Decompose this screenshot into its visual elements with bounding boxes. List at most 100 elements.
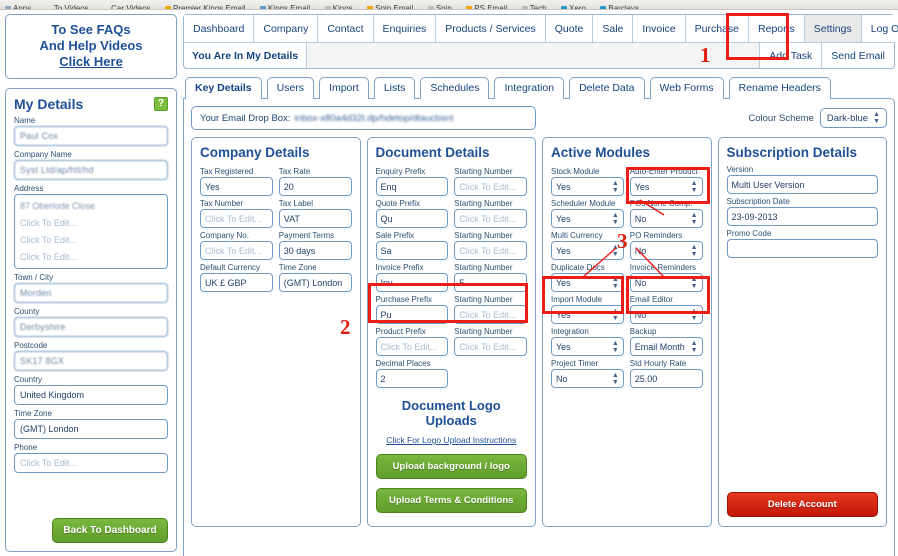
faq-help-box[interactable]: To See FAQs And Help Videos Click Here (5, 14, 177, 79)
tax-rate-input[interactable]: 20 (278, 177, 352, 196)
purchase-start-number-input[interactable]: Click To Edit... (454, 305, 527, 324)
postcode-input[interactable]: SK17 8GX (14, 351, 168, 371)
name-input[interactable]: Paul Cox (14, 126, 168, 146)
nav-tab-purchase[interactable]: Purchase (685, 15, 750, 42)
bookmark-item[interactable]: Kings (320, 4, 358, 9)
duplicate-docs-select[interactable]: Yes ▲ ▼ (551, 273, 624, 292)
time-zone-input[interactable]: (GMT) London (14, 419, 168, 439)
address-line-3[interactable]: Click To Edit... (20, 231, 162, 248)
address-line-4[interactable]: Click To Edit... (20, 248, 162, 265)
nav-tab-enquiries[interactable]: Enquiries (373, 15, 437, 42)
address-input-group[interactable]: 87 Oberlode Close Click To Edit... Click… (14, 194, 168, 269)
tab-integration[interactable]: Integration (494, 77, 565, 99)
bookmark-item[interactable]: To Videos (41, 4, 94, 9)
country-input[interactable]: United Kingdom (14, 385, 168, 405)
nav-tab-reports[interactable]: Reports (749, 15, 805, 42)
back-to-dashboard-button[interactable]: Back To Dashboard (52, 518, 168, 543)
delete-account-button[interactable]: Delete Account (726, 492, 878, 517)
stock-module-select[interactable]: Yes ▲ ▼ (551, 177, 624, 196)
sale-start-number-input[interactable]: Click To Edit... (454, 241, 527, 260)
bookmark-item[interactable]: PS Email (461, 4, 512, 9)
logo-upload-instructions-link[interactable]: Click For Logo Upload Instructions (376, 435, 528, 445)
tax-number-input[interactable]: Click To Edit... (200, 209, 273, 228)
phone-input[interactable]: Click To Edit... (14, 453, 168, 473)
nav-tab-company[interactable]: Company (254, 15, 319, 42)
bookmark-item[interactable]: Apps (0, 4, 36, 9)
scheduler-module-select[interactable]: Yes ▲ ▼ (551, 209, 624, 228)
tab-import[interactable]: Import (319, 77, 369, 99)
promo-code-input[interactable] (726, 239, 878, 258)
tax-label-input[interactable]: VAT (278, 209, 352, 228)
bookmark-item[interactable]: Kings Email (255, 4, 315, 9)
version-input[interactable]: Multi User Version (726, 175, 878, 194)
company-no-input[interactable]: Click To Edit... (200, 241, 273, 260)
send-email-button[interactable]: Send Email (822, 43, 894, 68)
backup-select[interactable]: Email Month ▲ ▼ (629, 337, 703, 356)
bookmark-item[interactable]: Premier Kings Email (160, 4, 250, 9)
bookmark-item[interactable]: Barclays (595, 4, 644, 9)
nav-tab-sale[interactable]: Sale (593, 15, 634, 42)
auto-enter-product-select[interactable]: Yes ▲ ▼ (629, 177, 703, 196)
tab-lists[interactable]: Lists (373, 77, 416, 99)
field-label: Integration (551, 327, 589, 336)
field-std-hourly-rate: Std Hourly Rate 25.00 (629, 358, 703, 388)
quote-start-number-input[interactable]: Click To Edit... (454, 209, 527, 228)
tab-web-forms[interactable]: Web Forms (649, 77, 724, 99)
invoice-reminders-select[interactable]: No ▲ ▼ (629, 273, 703, 292)
address-line-1[interactable]: 87 Oberlode Close (20, 197, 162, 214)
email-editor-select[interactable]: No ▲ ▼ (629, 305, 703, 324)
browser-bookmarks-bar[interactable]: Apps To Videos Car Videos Premier Kings … (0, 0, 898, 10)
project-timer-select[interactable]: No ▲ ▼ (551, 369, 624, 388)
email-drop-box[interactable]: Your Email Drop Box: inbox-x80a4d32t.dp/… (191, 106, 536, 130)
upload-terms-conditions-button[interactable]: Upload Terms & Conditions (375, 488, 527, 513)
bookmark-item[interactable]: Car Videos (98, 4, 155, 9)
address-line-2[interactable]: Click To Edit... (20, 214, 162, 231)
nav-tab-settings[interactable]: Settings (804, 15, 862, 42)
sale-prefix-input[interactable]: Sa (375, 241, 449, 260)
tab-rename-headers[interactable]: Rename Headers (728, 77, 831, 99)
nav-tab-quote[interactable]: Quote (545, 15, 594, 42)
company-time-zone-input[interactable]: (GMT) London (278, 273, 352, 292)
import-module-select[interactable]: Yes ▲ ▼ (551, 305, 624, 324)
nav-tab-log-out[interactable]: Log Out (861, 15, 898, 42)
invoice-start-number-input[interactable]: 5 (454, 273, 527, 292)
field-scheduler-module: Scheduler Module Yes ▲ ▼ (551, 198, 624, 228)
nav-tab-invoice[interactable]: Invoice (633, 15, 686, 42)
enquiry-prefix-input[interactable]: Enq (375, 177, 449, 196)
po-reminders-select[interactable]: No ▲ ▼ (629, 241, 703, 260)
bookmark-item[interactable]: Spin Email (362, 4, 418, 9)
nav-tab-dashboard[interactable]: Dashboard (184, 15, 255, 42)
integration-select[interactable]: Yes ▲ ▼ (551, 337, 624, 356)
county-input[interactable]: Derbyshire (14, 317, 168, 337)
decimal-places-input[interactable]: 2 (375, 369, 449, 388)
company-name-input[interactable]: Syst Ltd/ap/htt/hd (14, 160, 168, 180)
tab-users[interactable]: Users (266, 77, 315, 99)
tab-key-details[interactable]: Key Details (185, 77, 262, 99)
default-currency-input[interactable]: UK £ GBP (200, 273, 273, 292)
enquiry-start-number-input[interactable]: Click To Edit... (454, 177, 527, 196)
invoice-prefix-input[interactable]: Inv (375, 273, 449, 292)
tab-delete-data[interactable]: Delete Data (569, 77, 645, 99)
upload-background-logo-button[interactable]: Upload background / logo (375, 454, 527, 479)
pos-none-comp-select[interactable]: No ▲ ▼ (629, 209, 703, 228)
nav-tab-products-services[interactable]: Products / Services (436, 15, 546, 42)
town-city-input[interactable]: Morden (14, 283, 168, 303)
subscription-date-input[interactable]: 23-09-2013 (726, 207, 878, 226)
colour-scheme-select[interactable]: Dark-blue ▲ ▼ (819, 108, 887, 128)
tab-schedules[interactable]: Schedules (420, 77, 490, 99)
purchase-prefix-input[interactable]: Pu (375, 305, 449, 324)
product-prefix-input[interactable]: Click To Edit... (375, 337, 449, 356)
nav-tab-contact[interactable]: Contact (318, 15, 374, 42)
multi-currency-select[interactable]: Yes ▲ ▼ (551, 241, 624, 260)
std-hourly-rate-input[interactable]: 25.00 (629, 369, 703, 388)
product-start-number-input[interactable]: Click To Edit... (454, 337, 527, 356)
add-task-button[interactable]: Add Task (760, 43, 823, 68)
bookmark-item[interactable]: Xero (556, 4, 591, 9)
bookmark-item[interactable]: Tech (517, 4, 552, 9)
payment-terms-input[interactable]: 30 days (278, 241, 352, 260)
tax-registered-input[interactable]: Yes (200, 177, 273, 196)
bookmark-item[interactable]: Spin (423, 4, 457, 9)
help-icon[interactable]: ? (154, 97, 168, 111)
faq-click-here-link[interactable]: Click Here (12, 54, 170, 70)
quote-prefix-input[interactable]: Qu (375, 209, 449, 228)
